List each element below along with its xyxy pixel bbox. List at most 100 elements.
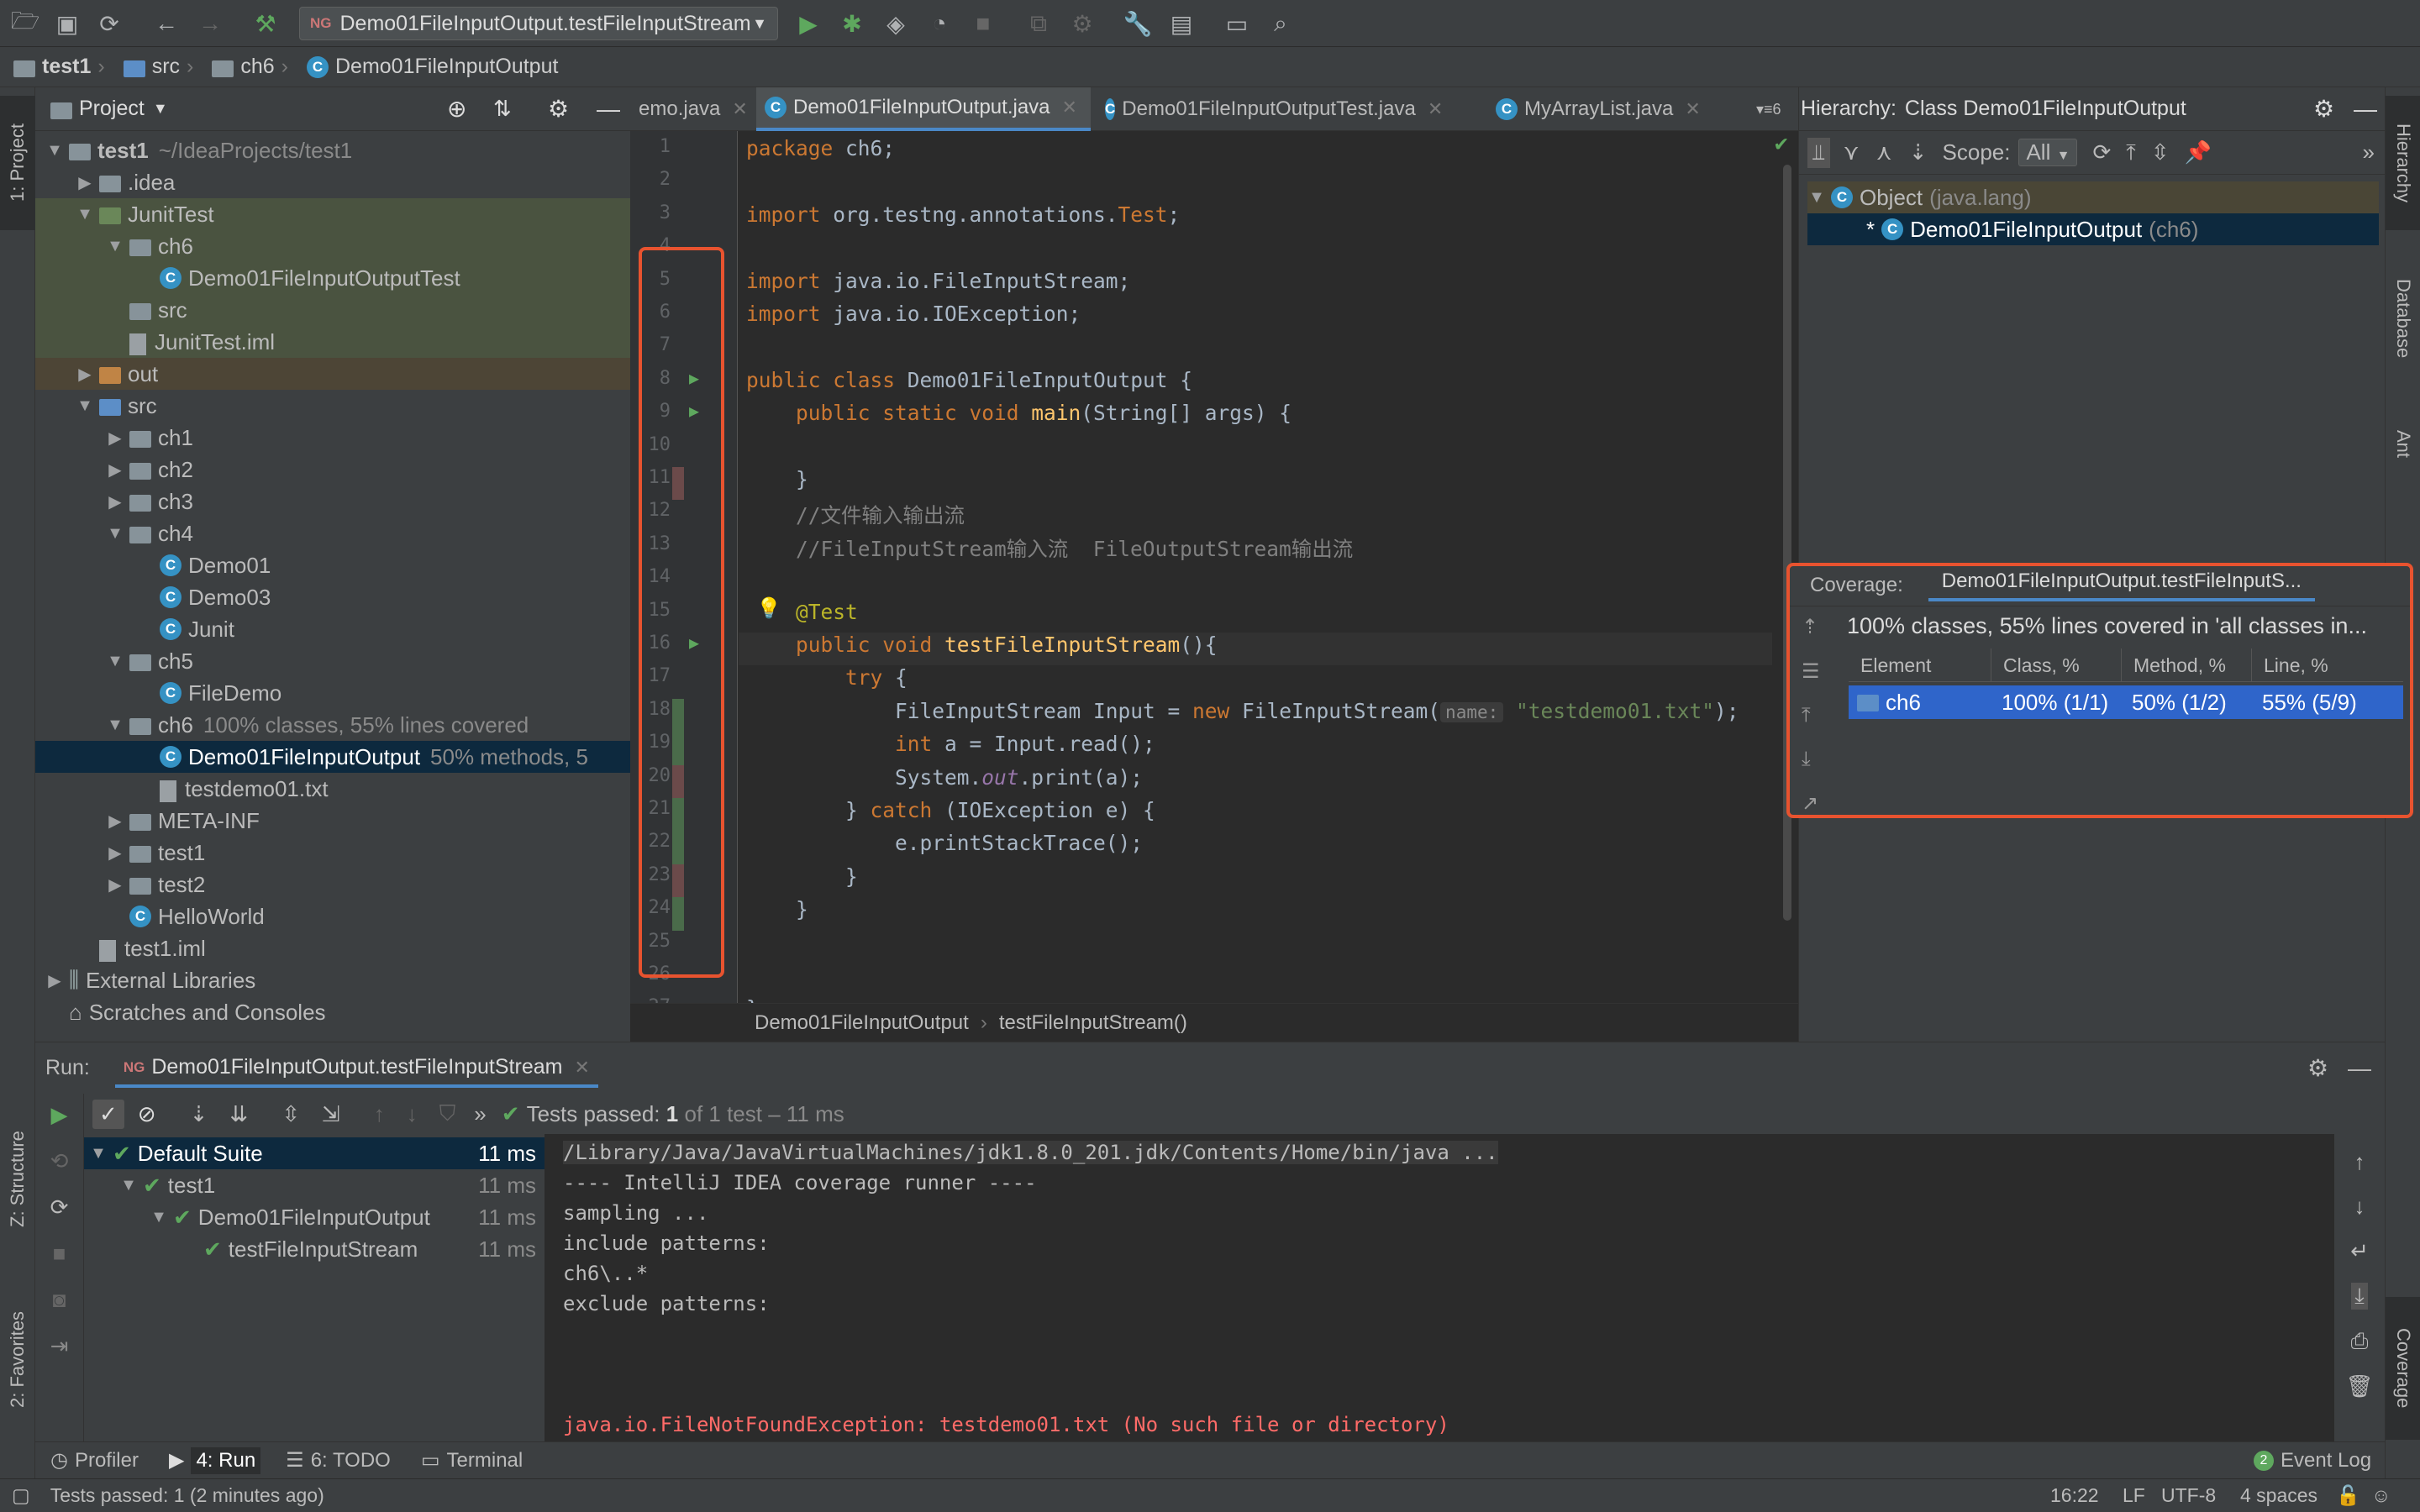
project-tree-item[interactable]: ▶ .idea xyxy=(35,166,630,198)
sort-duration-icon[interactable]: ⇊ xyxy=(229,1101,248,1127)
soft-wrap-icon[interactable]: ↵ xyxy=(2350,1238,2369,1264)
project-tree-item[interactable]: ▶ ch2 xyxy=(35,454,630,486)
rerun-failed-icon[interactable]: ⟲ xyxy=(50,1148,69,1174)
chevron-down-icon[interactable]: ▼ xyxy=(76,396,94,416)
project-tree-item[interactable]: C Demo01 xyxy=(35,549,630,581)
project-tree-item[interactable]: C HelloWorld xyxy=(35,900,630,932)
event-log-button[interactable]: 2 Event Log xyxy=(2254,1449,2371,1473)
tool-tab-structure[interactable]: Z: Structure xyxy=(0,1104,35,1255)
close-icon[interactable]: ✕ xyxy=(1062,97,1077,118)
gear-icon[interactable]: ⚙ xyxy=(2313,95,2334,123)
expand-all-icon[interactable]: ⇳ xyxy=(281,1101,300,1127)
more-icon[interactable]: » xyxy=(474,1101,486,1127)
intention-bulb-icon[interactable]: 💡 xyxy=(756,596,781,620)
file-encoding[interactable]: UTF-8 xyxy=(2161,1484,2216,1507)
chevron-down-icon[interactable]: ▼ xyxy=(76,205,94,224)
project-panel-title[interactable]: Project xyxy=(79,97,145,121)
chevron-right-icon[interactable]: ▶ xyxy=(106,428,124,449)
collapse-all-icon[interactable]: ⇅ xyxy=(493,96,512,122)
arrow-up-icon[interactable]: ↑ xyxy=(2354,1149,2365,1175)
close-icon[interactable]: ✕ xyxy=(732,98,747,120)
gear-icon[interactable]: ⚙ xyxy=(548,95,569,123)
project-tree-item[interactable]: C Junit xyxy=(35,613,630,645)
tool-tab-profiler[interactable]: Profiler xyxy=(75,1449,139,1473)
hide-panel-icon[interactable]: — xyxy=(597,96,620,123)
forward-arrow-icon[interactable]: → xyxy=(195,8,225,39)
project-tree-item[interactable]: ▼ src xyxy=(35,390,630,422)
project-tree-item[interactable]: ▼ ch6 xyxy=(35,230,630,262)
layout-toggle-icon[interactable]: ▢ xyxy=(12,1484,30,1507)
toggle-auto-test-icon[interactable]: ⟳ xyxy=(50,1194,69,1221)
arrow-down-icon[interactable]: ↓ xyxy=(2354,1194,2365,1220)
profile-icon[interactable]: ◔ xyxy=(924,8,955,39)
chevron-right-icon[interactable]: ▶ xyxy=(106,874,124,895)
project-tree-item[interactable]: C Demo01FileInputOutputTest xyxy=(35,262,630,294)
tab-myarraylist[interactable]: C MyArrayList.java ✕ xyxy=(1487,87,1739,131)
sync-icon[interactable]: ⟳ xyxy=(94,8,124,39)
terminal-window-icon[interactable]: ▭ xyxy=(1222,8,1252,39)
project-tree-item[interactable]: C Demo03 xyxy=(35,581,630,613)
open-folder-icon[interactable]: 🗁 xyxy=(10,8,40,39)
exit-icon[interactable]: ⇥ xyxy=(50,1333,69,1359)
arrow-up-icon[interactable]: ↑ xyxy=(374,1101,385,1127)
project-tree-item[interactable]: ▶ ch3 xyxy=(35,486,630,517)
tool-tab-coverage[interactable]: Coverage xyxy=(2386,1297,2420,1440)
crumb-project[interactable]: test1 › xyxy=(13,55,112,79)
sort-alpha-icon[interactable]: ⇣ xyxy=(1909,139,1928,165)
project-tree-item[interactable]: testdemo01.txt xyxy=(35,773,630,805)
chevron-right-icon[interactable]: ▶ xyxy=(106,491,124,512)
project-tree-item[interactable]: C Demo01FileInputOutput 50% methods, 5 xyxy=(35,741,630,773)
project-structure-icon[interactable]: ▤ xyxy=(1166,8,1197,39)
chevron-down-icon[interactable]: ▼ xyxy=(1807,188,1826,207)
supertypes-icon[interactable]: ⋎ xyxy=(1844,139,1860,165)
hierarchy-root-row[interactable]: ▼ C Object (java.lang) xyxy=(1807,181,2379,213)
chevron-right-icon[interactable]: ▶ xyxy=(45,970,64,991)
expand-all-icon[interactable]: ⇳ xyxy=(2151,139,2170,165)
tab-demo-java[interactable]: emo.java ✕ xyxy=(630,87,755,131)
tool-tab-terminal[interactable]: Terminal xyxy=(447,1449,523,1473)
run-with-coverage-icon[interactable]: ◈ xyxy=(881,8,911,39)
rerun-icon[interactable]: ▶ xyxy=(51,1102,68,1128)
scroll-to-end-icon[interactable]: ⤓ xyxy=(2351,1283,2368,1310)
project-tree-item[interactable]: ▼ test1 ~/IdeaProjects/test1 xyxy=(35,134,630,166)
shield-icon[interactable]: ⛉ xyxy=(439,1100,456,1127)
tool-tab-project[interactable]: 1: Project xyxy=(0,96,35,230)
chevron-down-icon[interactable]: ▼ xyxy=(106,652,124,671)
run-icon[interactable]: ▶ xyxy=(793,8,823,39)
sort-alpha-icon[interactable]: ⇣ xyxy=(190,1101,208,1127)
debug-bug-icon[interactable]: ✱ xyxy=(837,8,867,39)
show-ignored-icon[interactable]: ⊘ xyxy=(138,1101,156,1127)
chevron-right-icon[interactable]: ▶ xyxy=(106,811,124,832)
tool-tab-hierarchy[interactable]: Hierarchy xyxy=(2386,96,2420,230)
print-icon[interactable]: ⎙ xyxy=(2351,1328,2369,1355)
project-tree-item[interactable]: ⌂ Scratches and Consoles xyxy=(35,996,630,1028)
tool-tab-run[interactable]: 4: Run xyxy=(191,1446,261,1474)
chevron-down-icon[interactable]: ▼ xyxy=(153,100,168,118)
trash-icon[interactable]: 🗑 xyxy=(2345,1373,2373,1399)
close-icon[interactable]: ✕ xyxy=(1685,98,1700,120)
build-hammer-icon[interactable]: ⚒ xyxy=(250,8,281,39)
project-tree-item[interactable]: ▶ test2 xyxy=(35,869,630,900)
crumb-class[interactable]: C Demo01FileInputOutput xyxy=(307,55,558,79)
project-tree-item[interactable]: ▼ ch4 xyxy=(35,517,630,549)
project-tree-item[interactable]: ▼ ch5 xyxy=(35,645,630,677)
vcs-icon[interactable]: ⚙ xyxy=(1067,8,1097,39)
project-tree-item[interactable]: src xyxy=(35,294,630,326)
hierarchy-child-row[interactable]: * C Demo01FileInputOutput (ch6) xyxy=(1807,213,2379,245)
test-row-class[interactable]: ▼ ✔ Demo01FileInputOutput 11 ms xyxy=(84,1201,544,1233)
chevron-down-icon[interactable]: ▼ xyxy=(89,1144,108,1163)
arrow-down-icon[interactable]: ↓ xyxy=(407,1101,418,1127)
run-tab[interactable]: NG Demo01FileInputOutput.testFileInputSt… xyxy=(114,1055,598,1088)
chevron-right-icon[interactable]: ▶ xyxy=(106,843,124,864)
project-tree-item[interactable]: JunitTest.iml xyxy=(35,326,630,358)
code-editor[interactable]: 1 2 3 4 5 6 7 8 9 10 11 12 13 14 15 16 17 18 19 20 21 22 23 24 2… xyxy=(630,131,1798,1051)
chevron-right-icon[interactable]: ▶ xyxy=(76,172,94,193)
project-tree-item[interactable]: C FileDemo xyxy=(35,677,630,709)
line-separator[interactable]: LF xyxy=(2123,1484,2145,1507)
tab-demo01fileinputoutputtest[interactable]: C Demo01FileInputOutputTest.java ✕ xyxy=(1097,87,1449,131)
tab-overflow-button[interactable]: ▾≡ 6 xyxy=(1748,87,1798,131)
run-configuration-select[interactable]: NG Demo01FileInputOutput.testFileInputSt… xyxy=(299,7,778,40)
more-icon[interactable]: » xyxy=(2363,139,2375,165)
tool-tab-favorites[interactable]: 2: Favorites xyxy=(0,1280,35,1440)
camera-icon[interactable]: ◙ xyxy=(53,1287,66,1313)
